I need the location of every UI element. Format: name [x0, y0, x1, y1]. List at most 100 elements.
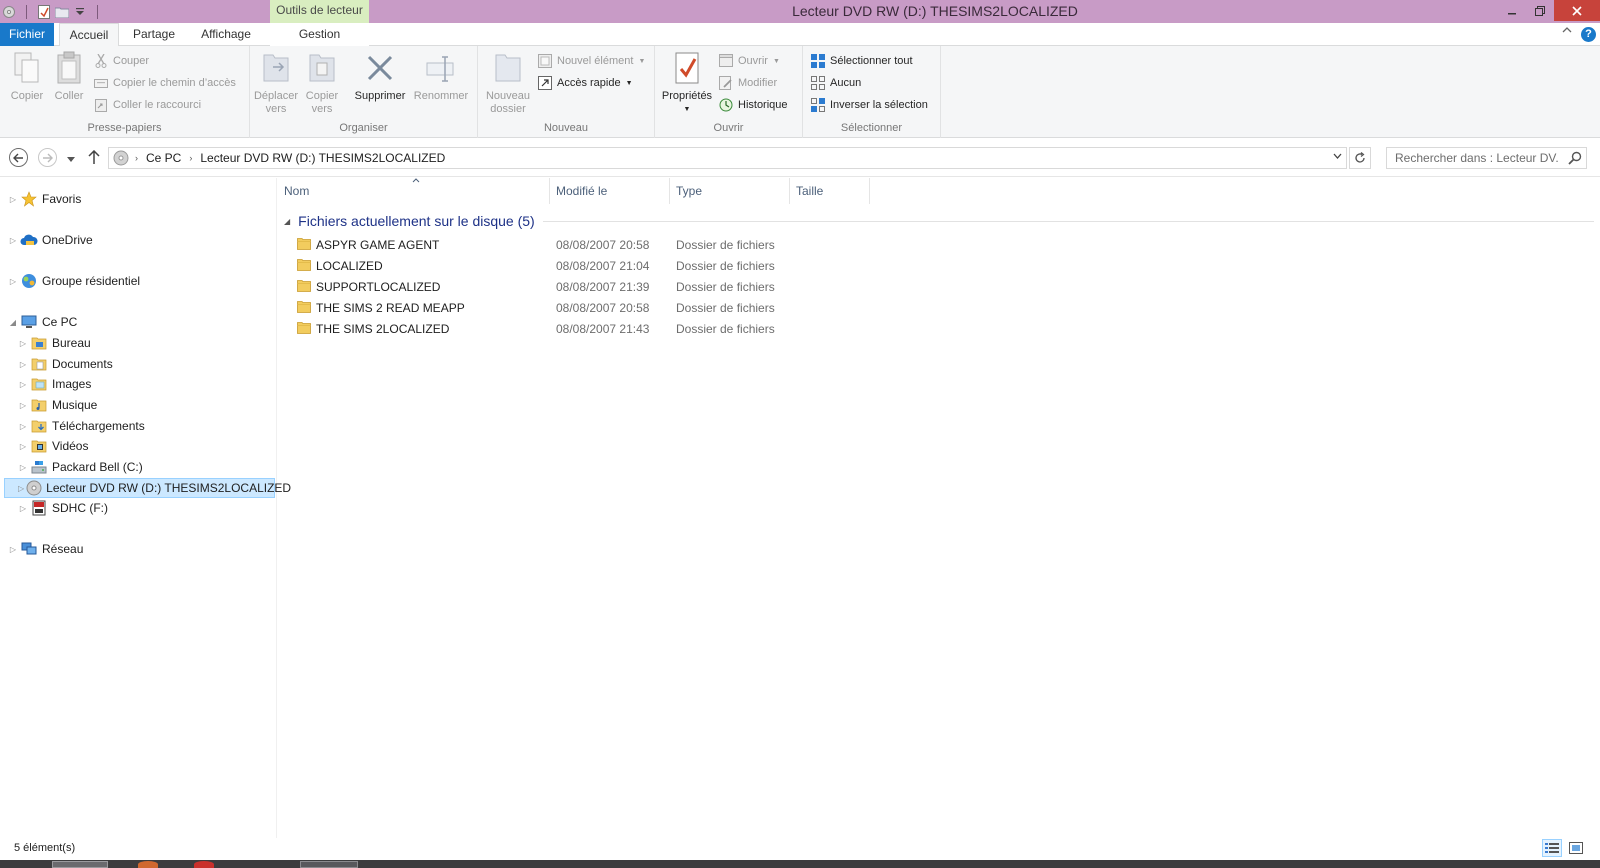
- forward-button[interactable]: [38, 148, 57, 167]
- chevron-down-icon[interactable]: [1333, 151, 1342, 162]
- column-size[interactable]: Taille: [790, 178, 870, 204]
- nav-desktop[interactable]: ▷ Bureau: [18, 333, 91, 353]
- select-none-button[interactable]: Aucun: [811, 73, 861, 93]
- open-button[interactable]: Ouvrir ▼: [719, 51, 780, 71]
- expand-arrow-icon[interactable]: ▷: [18, 422, 28, 431]
- history-label: Historique: [738, 99, 788, 111]
- copy-button[interactable]: Copier: [4, 50, 50, 103]
- search-input[interactable]: [1387, 148, 1559, 168]
- expand-arrow-icon[interactable]: ▷: [18, 463, 28, 472]
- details-view-icon: [1545, 843, 1559, 853]
- expand-arrow-icon[interactable]: ▷: [8, 545, 18, 554]
- expand-arrow-icon[interactable]: ▷: [18, 401, 28, 410]
- window-title: Lecteur DVD RW (D:) THESIMS2LOCALIZED: [792, 3, 1078, 19]
- expand-arrow-icon[interactable]: ▷: [18, 339, 28, 348]
- open-icon: [719, 54, 733, 68]
- back-button[interactable]: [9, 148, 28, 167]
- address-bar[interactable]: › Ce PC › Lecteur DVD RW (D:) THESIMS2LO…: [108, 147, 1347, 169]
- paste-shortcut-button[interactable]: Coller le raccourci: [94, 95, 201, 115]
- dvd-drive-icon: [113, 150, 129, 166]
- group-header[interactable]: ◢ Fichiers actuellement sur le disque (5…: [284, 213, 1594, 229]
- copy-path-button[interactable]: Copier le chemin d’accès: [94, 73, 236, 93]
- breadcrumb-dvd-drive[interactable]: Lecteur DVD RW (D:) THESIMS2LOCALIZED: [200, 151, 445, 165]
- nav-favorites[interactable]: ▷ Favoris: [8, 189, 81, 209]
- collapse-arrow-icon[interactable]: ◢: [8, 318, 18, 327]
- breadcrumb-this-pc[interactable]: Ce PC: [146, 151, 181, 165]
- dvd-drive-icon[interactable]: [2, 5, 16, 19]
- minimize-button[interactable]: [1498, 0, 1526, 21]
- nav-music[interactable]: ▷ Musique: [18, 395, 97, 415]
- nav-drive-c[interactable]: ▷ Packard Bell (C:): [18, 457, 143, 477]
- new-folder-button[interactable]: Nouveau dossier: [481, 50, 535, 116]
- title-bar: Outils de lecteur Lecteur DVD RW (D:) TH…: [0, 0, 1600, 23]
- properties-button[interactable]: Propriétés ▼: [659, 50, 715, 116]
- new-item-button[interactable]: Nouvel élément ▼: [538, 51, 645, 71]
- expand-arrow-icon[interactable]: ▷: [18, 484, 24, 493]
- tab-view[interactable]: Affichage: [194, 23, 258, 46]
- list-item[interactable]: THE SIMS 2LOCALIZED 08/08/2007 21:43 Dos…: [278, 318, 878, 339]
- taskbar-app-button[interactable]: [52, 861, 108, 868]
- copy-to-button[interactable]: Copier vers: [299, 50, 345, 116]
- expand-arrow-icon[interactable]: ▷: [18, 504, 28, 513]
- list-item[interactable]: ASPYR GAME AGENT 08/08/2007 20:58 Dossie…: [278, 234, 878, 255]
- list-item[interactable]: SUPPORTLOCALIZED 08/08/2007 21:39 Dossie…: [278, 276, 878, 297]
- paste-button[interactable]: Coller: [46, 50, 92, 103]
- column-modified[interactable]: Modifié le: [550, 178, 670, 204]
- tab-file[interactable]: Fichier: [0, 23, 54, 46]
- file-type: Dossier de fichiers: [676, 238, 775, 252]
- column-type[interactable]: Type: [670, 178, 790, 204]
- nav-drive-f[interactable]: ▷ SDHC (F:): [18, 498, 108, 518]
- easy-access-button[interactable]: Accès rapide ▼: [538, 73, 633, 93]
- properties-icon[interactable]: [37, 4, 51, 19]
- nav-homegroup[interactable]: ▷ Groupe résidentiel: [8, 271, 140, 291]
- expand-arrow-icon[interactable]: ▷: [18, 360, 28, 369]
- expand-arrow-icon[interactable]: ▷: [8, 277, 18, 286]
- collapse-group-icon[interactable]: ◢: [284, 217, 290, 226]
- file-modified: 08/08/2007 20:58: [556, 238, 650, 252]
- expand-arrow-icon[interactable]: ▷: [18, 442, 28, 451]
- details-view-button[interactable]: [1542, 839, 1562, 857]
- nav-videos[interactable]: ▷ Vidéos: [18, 436, 89, 456]
- history-button[interactable]: Historique: [719, 95, 788, 115]
- tab-home[interactable]: Accueil: [59, 23, 119, 47]
- cut-button[interactable]: Couper: [94, 51, 149, 71]
- restore-button[interactable]: [1526, 0, 1554, 21]
- list-item[interactable]: THE SIMS 2 READ MEAPP 08/08/2007 20:58 D…: [278, 297, 878, 318]
- invert-selection-button[interactable]: Inverser la sélection: [811, 95, 928, 115]
- move-to-button[interactable]: Déplacer vers: [253, 50, 299, 116]
- nav-documents[interactable]: ▷ Documents: [18, 354, 113, 374]
- collapse-ribbon-icon[interactable]: [1562, 25, 1572, 37]
- nav-pictures[interactable]: ▷ Images: [18, 374, 91, 394]
- search-icon[interactable]: [1568, 151, 1582, 168]
- nav-onedrive[interactable]: ▷ OneDrive: [8, 230, 93, 250]
- select-all-button[interactable]: Sélectionner tout: [811, 51, 913, 71]
- close-button[interactable]: [1554, 0, 1600, 21]
- delete-button[interactable]: Supprimer: [350, 50, 410, 103]
- list-item[interactable]: LOCALIZED 08/08/2007 21:04 Dossier de fi…: [278, 255, 878, 276]
- tab-share[interactable]: Partage: [124, 23, 184, 46]
- search-box[interactable]: [1386, 147, 1587, 169]
- expand-arrow-icon[interactable]: ▷: [8, 236, 18, 245]
- nav-downloads-label: Téléchargements: [52, 419, 145, 433]
- column-name[interactable]: Nom: [278, 178, 550, 204]
- nav-downloads[interactable]: ▷ Téléchargements: [18, 416, 145, 436]
- nav-this-pc[interactable]: ◢ Ce PC: [8, 312, 77, 332]
- large-icons-view-button[interactable]: [1566, 839, 1586, 857]
- recent-locations-dropdown-icon[interactable]: [67, 152, 75, 166]
- rename-button[interactable]: Renommer: [410, 50, 472, 103]
- select-none-label: Aucun: [830, 77, 862, 89]
- edit-button[interactable]: Modifier: [719, 73, 777, 93]
- nav-network[interactable]: ▷ Réseau: [8, 539, 83, 559]
- refresh-button[interactable]: [1349, 147, 1371, 169]
- nav-drive-d[interactable]: ▷ Lecteur DVD RW (D:) THESIMS2LOCALIZED: [4, 478, 291, 498]
- taskbar-app-button[interactable]: [300, 861, 358, 868]
- new-folder-icon[interactable]: [55, 5, 69, 19]
- up-arrow-icon[interactable]: [88, 149, 100, 167]
- taskbar-app-button[interactable]: [138, 861, 158, 868]
- taskbar-app-button[interactable]: [194, 861, 214, 868]
- expand-arrow-icon[interactable]: ▷: [18, 380, 28, 389]
- expand-arrow-icon[interactable]: ▷: [8, 195, 18, 204]
- customize-toolbar-icon[interactable]: [73, 5, 87, 19]
- help-icon[interactable]: ?: [1581, 27, 1596, 42]
- tab-manage[interactable]: Gestion: [270, 23, 369, 46]
